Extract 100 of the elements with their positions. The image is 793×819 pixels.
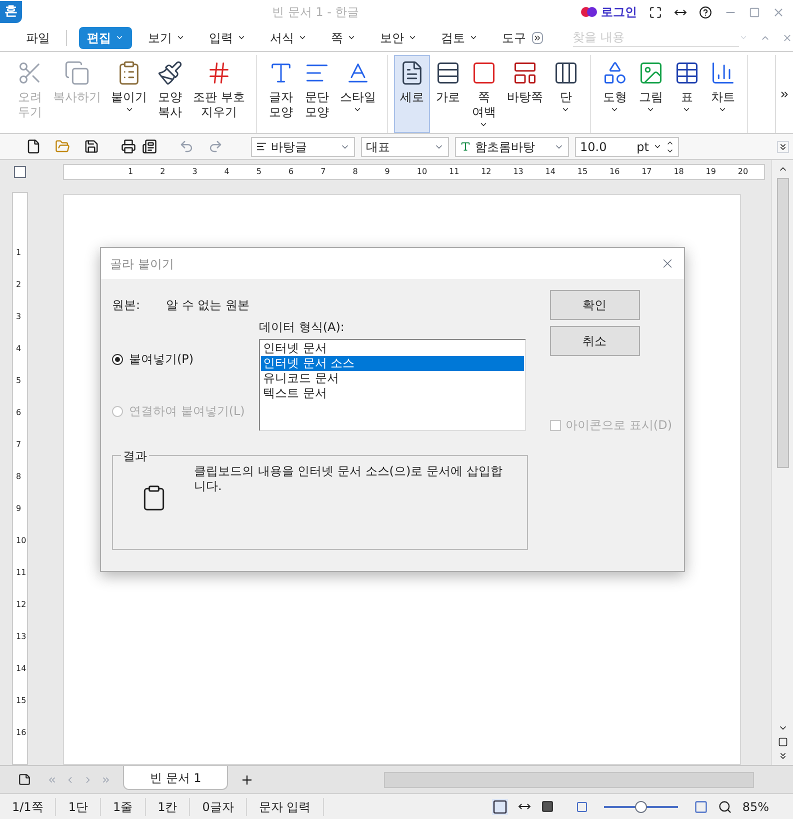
ruler-number: 16 xyxy=(610,167,620,176)
ribbon-button[interactable]: 표 xyxy=(668,55,705,133)
caret-icon xyxy=(176,33,185,42)
ruler-number: 15 xyxy=(16,697,26,705)
add-tab-icon[interactable] xyxy=(240,772,254,786)
menu-tab[interactable]: 파일 xyxy=(18,26,58,48)
maximize-icon[interactable] xyxy=(749,6,760,18)
dropdown-field[interactable]: 함초롬바탕 xyxy=(455,136,569,156)
menu-tab[interactable]: 편집 xyxy=(78,26,132,48)
login-button[interactable]: 로그인 xyxy=(601,3,637,21)
menu-tab[interactable]: 도구 xyxy=(494,26,534,48)
radio-option[interactable]: 붙여넣기(P) xyxy=(112,350,259,368)
dropdown-field[interactable]: 대표 xyxy=(361,136,449,156)
landscape-page-icon xyxy=(434,60,461,86)
ruler-number: 3 xyxy=(192,167,198,176)
ribbon-button[interactable]: 조판 부호 지우기 xyxy=(188,55,250,133)
menu-tab[interactable]: 서식 xyxy=(262,26,315,48)
print-icon[interactable] xyxy=(121,139,136,154)
new-file-icon[interactable] xyxy=(26,139,41,154)
ribbon-button[interactable]: 문단 모양 xyxy=(298,55,335,133)
ruler-corner-icon[interactable] xyxy=(14,166,26,178)
vertical-scrollbar[interactable] xyxy=(771,160,793,765)
caret-icon xyxy=(114,33,124,42)
caret-icon xyxy=(718,105,728,114)
expand-icon[interactable] xyxy=(777,140,789,152)
zoom-out-icon[interactable] xyxy=(576,800,588,812)
preview-icon[interactable] xyxy=(142,139,157,154)
user-icon xyxy=(581,6,597,18)
fullscreen-icon[interactable] xyxy=(649,6,662,18)
zoom-in-icon[interactable] xyxy=(694,800,708,814)
menu-tab[interactable]: 입력 xyxy=(200,26,254,48)
ribbon-button[interactable]: 바탕쪽 xyxy=(502,55,548,133)
menu-tab[interactable]: 보안 xyxy=(372,26,425,48)
ruler-number: 7 xyxy=(320,167,326,176)
list-item[interactable]: 텍스트 문서 xyxy=(261,386,524,401)
ribbon-button[interactable]: 붙이기 xyxy=(106,55,152,133)
menu-tab[interactable]: 보기 xyxy=(140,26,193,48)
radio-button[interactable] xyxy=(112,354,123,364)
ribbon-button[interactable]: 가로 xyxy=(430,55,466,133)
ribbon-button[interactable]: 세로 xyxy=(394,55,430,133)
horizontal-scrollbar[interactable] xyxy=(384,772,754,788)
menu-tab[interactable]: 쪽 xyxy=(322,26,364,48)
caret-icon xyxy=(346,33,356,42)
status-text: 1칸 xyxy=(146,798,190,816)
result-text: 클립보드의 내용을 인터넷 문서 소스(으)로 문서에 삽입합니다. xyxy=(194,464,504,495)
dialog-button[interactable]: 취소 xyxy=(550,326,640,356)
list-item[interactable]: 유니코드 문서 xyxy=(261,371,524,386)
expand-icon[interactable] xyxy=(779,88,790,100)
document-tab[interactable]: 빈 문서 1 xyxy=(123,766,228,790)
ruler-number: 12 xyxy=(481,167,492,176)
caret-icon xyxy=(646,105,656,114)
caret-icon xyxy=(610,105,620,114)
caret-icon xyxy=(124,105,134,114)
caret-icon xyxy=(298,33,307,42)
ribbon-button[interactable]: 그림 xyxy=(632,55,669,133)
ribbon-button[interactable]: 스타일 xyxy=(334,55,381,133)
margin-icon xyxy=(470,60,497,86)
help-icon[interactable] xyxy=(699,6,712,18)
ribbon-button[interactable]: 도형 xyxy=(596,55,633,133)
ribbon-button[interactable]: 차트 xyxy=(704,55,741,133)
ruler-number: 14 xyxy=(16,665,26,673)
ruler-number: 17 xyxy=(642,167,652,176)
paragraph-icon xyxy=(256,141,267,152)
menu-tab[interactable]: 검토 xyxy=(432,26,486,48)
square-icon[interactable] xyxy=(778,737,788,747)
dropdown-field[interactable]: 바탕글 xyxy=(251,136,355,156)
ruler-number: 15 xyxy=(577,167,588,176)
ruler-number: 9 xyxy=(384,167,390,176)
format-list[interactable]: 인터넷 문서 인터넷 문서 소스 유니코드 문서 텍스트 문서 xyxy=(259,339,526,431)
size-field[interactable]: 10.0 pt xyxy=(575,136,679,156)
memo-icon[interactable] xyxy=(18,773,31,786)
image-icon xyxy=(638,60,664,86)
unit-label: pt xyxy=(636,138,649,156)
list-item[interactable]: 인터넷 문서 xyxy=(261,341,524,356)
ruler-number: 10 xyxy=(16,537,26,545)
ribbon-button[interactable]: 모양 복사 xyxy=(152,55,188,133)
dialog-title: 골라 붙이기 xyxy=(110,256,174,272)
caret-icon xyxy=(738,33,748,42)
more-icon[interactable] xyxy=(532,32,543,44)
dialog-button[interactable]: 확인 xyxy=(550,290,640,320)
caret-icon xyxy=(653,142,662,151)
search-icon[interactable] xyxy=(718,800,732,814)
list-item[interactable]: 인터넷 문서 소스 xyxy=(261,356,524,371)
folder-icon[interactable] xyxy=(55,139,70,154)
ribbon-button[interactable]: 단 xyxy=(548,55,584,133)
ribbon-button[interactable]: 쪽 여백 xyxy=(466,55,502,133)
ruler-number: 12 xyxy=(16,601,26,609)
ruler-number: 4 xyxy=(16,345,22,353)
ruler-number: 16 xyxy=(16,729,26,737)
next-page-icon[interactable] xyxy=(778,751,788,761)
ribbon-button[interactable]: 글자 모양 xyxy=(262,55,299,133)
ruler-number: 1 xyxy=(128,167,134,176)
slider-thumb[interactable] xyxy=(635,800,648,812)
caret-icon xyxy=(479,120,488,129)
save-icon[interactable] xyxy=(84,139,99,154)
ruler-number: 20 xyxy=(738,167,748,176)
page-view-icon[interactable] xyxy=(492,798,508,814)
full-page-icon[interactable] xyxy=(541,800,554,813)
ruler-number: 10 xyxy=(416,167,428,176)
close-icon[interactable] xyxy=(772,6,785,18)
